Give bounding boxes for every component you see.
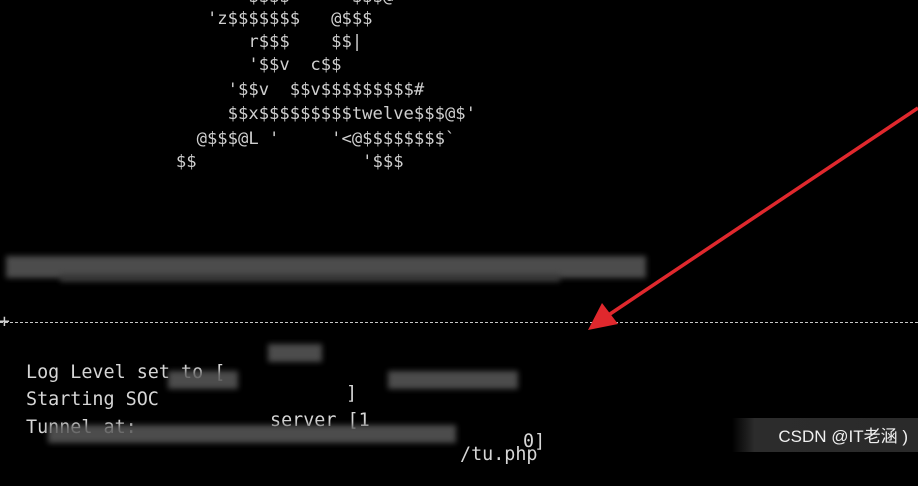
terminal-window[interactable]: $$$$ $$$@ 'z$$$$$$$ @$$$ r$$$ $$| '$$v c… — [0, 0, 918, 465]
arrow-shaft — [603, 106, 918, 320]
red-arrow-icon — [588, 106, 918, 330]
arrow-head — [588, 303, 618, 330]
watermark-text: CSDN @IT老涵 ) — [778, 427, 908, 446]
